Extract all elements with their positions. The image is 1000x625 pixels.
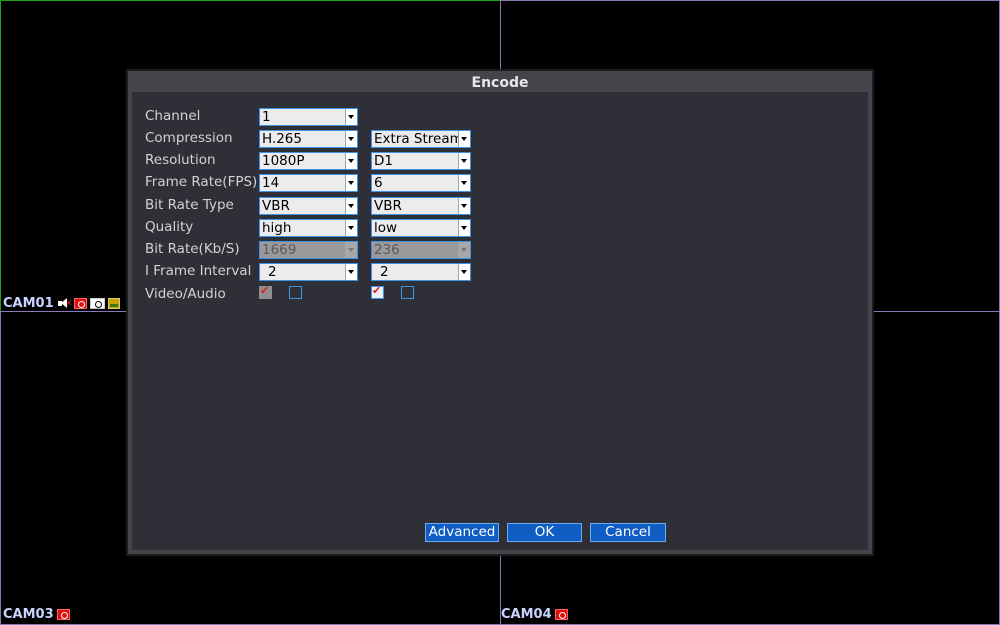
compression-label: Compression — [145, 130, 233, 146]
camera-label-cam03: CAM03 — [3, 607, 70, 622]
resolution-extra-value: D1 — [374, 153, 393, 169]
video-audio-label: Video/Audio — [145, 286, 226, 302]
frame-rate-main-select[interactable]: 14 — [259, 174, 358, 192]
compression-main-value: H.265 — [262, 131, 302, 147]
bit-rate-type-label: Bit Rate Type — [145, 197, 234, 213]
chevron-down-icon[interactable] — [345, 153, 357, 169]
i-frame-interval-main-value: 2 — [268, 264, 277, 280]
cancel-button[interactable]: Cancel — [590, 523, 666, 542]
chevron-down-icon[interactable] — [345, 109, 357, 125]
chevron-down-icon[interactable] — [458, 220, 470, 236]
quality-label: Quality — [145, 219, 194, 235]
advanced-button[interactable]: Advanced — [425, 523, 499, 542]
bit-rate-type-extra-value: VBR — [374, 198, 402, 214]
main-video-checkbox: ✔ — [259, 284, 272, 299]
bit-rate-label: Bit Rate(Kb/S) — [145, 241, 240, 257]
dialog-title: Encode — [471, 75, 529, 91]
chevron-down-icon[interactable] — [458, 153, 470, 169]
checkmark-icon: ✔ — [372, 284, 382, 297]
chevron-down-icon[interactable] — [458, 175, 470, 191]
stream-type-value: Extra Stream — [374, 131, 463, 147]
chevron-down-icon[interactable] — [458, 131, 470, 147]
chevron-down-icon[interactable] — [345, 175, 357, 191]
camera-name: CAM04 — [501, 607, 552, 622]
camera-label-cam01: CAM01 ✕ — [3, 296, 120, 311]
chevron-down-icon — [345, 242, 357, 258]
frame-rate-main-value: 14 — [262, 175, 280, 191]
encode-dialog: Encode Channel 1 Compression H.265 Extra… — [126, 69, 874, 556]
record-icon — [56, 609, 70, 620]
chevron-down-icon[interactable] — [345, 131, 357, 147]
frame-rate-label: Frame Rate(FPS) — [145, 174, 258, 190]
frame-rate-extra-select[interactable]: 6 — [371, 174, 471, 192]
bit-rate-main-value: 1669 — [262, 242, 297, 258]
channel-select[interactable]: 1 — [259, 108, 358, 126]
bit-rate-type-extra-select[interactable]: VBR — [371, 197, 471, 215]
quality-main-select[interactable]: high — [259, 219, 358, 237]
extra-video-checkbox[interactable]: ✔ — [371, 284, 384, 299]
camera-name: CAM03 — [3, 607, 54, 622]
chevron-down-icon[interactable] — [345, 198, 357, 214]
extra-audio-checkbox[interactable] — [401, 286, 414, 299]
camera-name: CAM01 — [3, 296, 54, 311]
resolution-extra-select[interactable]: D1 — [371, 152, 471, 170]
i-frame-interval-label: I Frame Interval — [145, 263, 252, 279]
chevron-down-icon — [458, 242, 470, 258]
resolution-label: Resolution — [145, 152, 216, 168]
resolution-main-value: 1080P — [262, 153, 305, 169]
ok-button[interactable]: OK — [507, 523, 582, 542]
i-frame-interval-main-select[interactable]: 2 — [259, 263, 358, 281]
i-frame-interval-extra-select[interactable]: 2 — [371, 263, 471, 281]
bit-rate-type-main-value: VBR — [262, 198, 290, 214]
chevron-down-icon[interactable] — [345, 264, 357, 280]
main-audio-checkbox[interactable] — [289, 286, 302, 299]
mute-icon: ✕ — [57, 298, 73, 309]
chevron-down-icon[interactable] — [458, 198, 470, 214]
bit-rate-main-select: 1669 — [259, 241, 358, 259]
record-icon — [73, 298, 87, 309]
chevron-down-icon[interactable] — [458, 264, 470, 280]
record-icon — [554, 609, 568, 620]
hdd-icon — [107, 298, 120, 309]
resolution-main-select[interactable]: 1080P — [259, 152, 358, 170]
i-frame-interval-extra-value: 2 — [380, 264, 389, 280]
camera-label-cam04: CAM04 — [501, 607, 568, 622]
quality-extra-select[interactable]: low — [371, 219, 471, 237]
frame-rate-extra-value: 6 — [374, 175, 383, 191]
snapshot-icon — [89, 298, 105, 309]
compression-main-select[interactable]: H.265 — [259, 130, 358, 148]
checkmark-icon: ✔ — [260, 284, 270, 297]
bit-rate-extra-select: 236 — [371, 241, 471, 259]
channel-label: Channel — [145, 108, 201, 124]
bit-rate-type-main-select[interactable]: VBR — [259, 197, 358, 215]
quality-main-value: high — [262, 220, 292, 236]
quality-extra-value: low — [374, 220, 398, 236]
stream-type-select[interactable]: Extra Stream — [371, 130, 471, 148]
bit-rate-extra-value: 236 — [374, 242, 400, 258]
chevron-down-icon[interactable] — [345, 220, 357, 236]
channel-value: 1 — [262, 109, 271, 125]
